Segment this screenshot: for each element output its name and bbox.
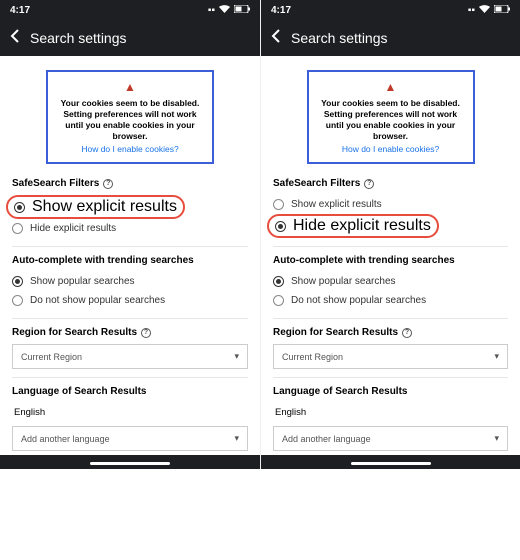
language-value: English	[12, 403, 248, 422]
cookie-notice: ▲ Your cookies seem to be disabled. Sett…	[46, 70, 214, 164]
language-section: Language of Search Results English Add a…	[12, 386, 248, 451]
back-icon[interactable]	[10, 29, 20, 48]
language-section: Language of Search Results English Add a…	[273, 386, 508, 451]
enable-cookies-link[interactable]: How do I enable cookies?	[315, 144, 467, 154]
radio-show-explicit[interactable]	[273, 199, 284, 210]
help-icon[interactable]: ?	[364, 179, 374, 189]
status-icons: ▪▪	[468, 5, 510, 16]
status-time: 4:17	[271, 5, 291, 16]
cookie-notice: ▲ Your cookies seem to be disabled. Sett…	[307, 70, 475, 164]
screenshot-left: 4:17 ▪▪ Search settings ▲ Your cookies s…	[0, 0, 260, 469]
warning-icon: ▲	[315, 80, 467, 94]
back-icon[interactable]	[271, 29, 281, 48]
highlight-hide-explicit: Hide explicit results	[267, 214, 439, 238]
radio-hide-popular[interactable]	[12, 295, 23, 306]
battery-icon	[234, 5, 250, 16]
autocomplete-section: Auto-complete with trending searches Sho…	[12, 255, 248, 310]
warning-icon: ▲	[54, 80, 206, 94]
region-section: Region for Search Results? Current Regio…	[12, 327, 248, 369]
radio-hide-explicit[interactable]	[12, 223, 23, 234]
safesearch-section: SafeSearch Filters? Show explicit result…	[273, 178, 508, 238]
language-value: English	[273, 403, 508, 422]
home-indicator[interactable]	[90, 462, 170, 465]
radio-hide-popular[interactable]	[273, 295, 284, 306]
battery-icon	[494, 5, 510, 16]
header: Search settings	[261, 20, 520, 56]
enable-cookies-link[interactable]: How do I enable cookies?	[54, 144, 206, 154]
radio-hide-explicit[interactable]	[275, 221, 286, 232]
wifi-icon	[219, 5, 230, 16]
screenshot-right: 4:17 ▪▪ Search settings ▲ Your cookies s…	[260, 0, 520, 469]
radio-show-popular[interactable]	[273, 276, 284, 287]
chevron-down-icon: ▾	[494, 433, 499, 444]
radio-show-explicit[interactable]	[14, 202, 25, 213]
status-time: 4:17	[10, 5, 30, 16]
chevron-down-icon: ▾	[494, 351, 499, 362]
page-title: Search settings	[291, 30, 388, 46]
highlight-show-explicit: Show explicit results	[6, 195, 185, 219]
help-icon[interactable]: ?	[402, 328, 412, 338]
radio-show-popular[interactable]	[12, 276, 23, 287]
chevron-down-icon: ▾	[234, 433, 239, 444]
status-bar: 4:17 ▪▪	[0, 0, 260, 20]
status-icons: ▪▪	[208, 5, 250, 16]
header: Search settings	[0, 20, 260, 56]
signal-icon: ▪▪	[468, 5, 475, 16]
add-language-select[interactable]: Add another language ▾	[273, 426, 508, 451]
chevron-down-icon: ▾	[234, 351, 239, 362]
autocomplete-section: Auto-complete with trending searches Sho…	[273, 255, 508, 310]
status-bar: 4:17 ▪▪	[261, 0, 520, 20]
region-section: Region for Search Results? Current Regio…	[273, 327, 508, 369]
region-select[interactable]: Current Region ▾	[12, 344, 248, 369]
home-indicator[interactable]	[351, 462, 431, 465]
help-icon[interactable]: ?	[141, 328, 151, 338]
region-select[interactable]: Current Region ▾	[273, 344, 508, 369]
add-language-select[interactable]: Add another language ▾	[12, 426, 248, 451]
safesearch-section: SafeSearch Filters? Show explicit result…	[12, 178, 248, 238]
wifi-icon	[479, 5, 490, 16]
page-title: Search settings	[30, 30, 127, 46]
help-icon[interactable]: ?	[103, 179, 113, 189]
signal-icon: ▪▪	[208, 5, 215, 16]
